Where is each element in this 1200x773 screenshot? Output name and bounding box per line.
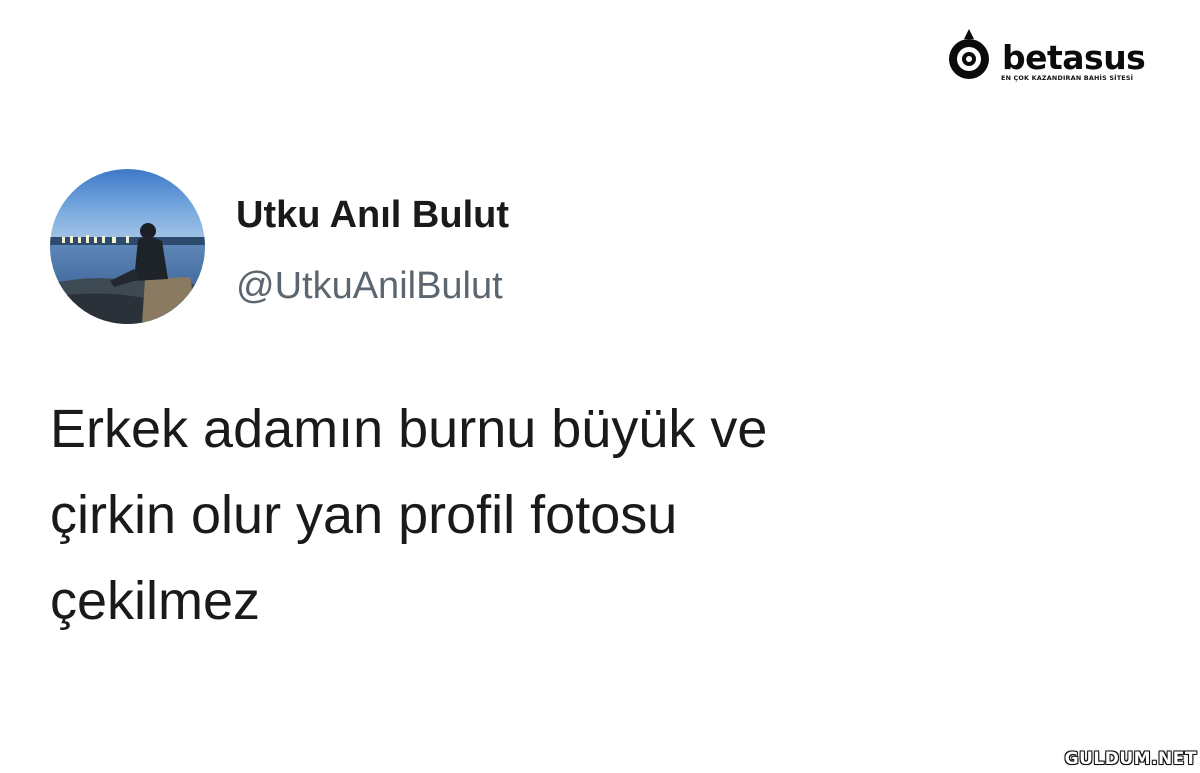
tweet-text-line: çirkin olur yan profil fotosu	[50, 485, 678, 545]
logo-tagline: EN ÇOK KAZANDIRAN BAHİS SİTESİ	[1001, 74, 1134, 82]
user-handle[interactable]: @UtkuAnilBulut	[236, 265, 503, 308]
tweet-text-line: Erkek adamın burnu büyük ve	[50, 399, 768, 459]
profile-photo	[50, 169, 205, 324]
target-icon	[949, 29, 989, 79]
avatar[interactable]	[50, 169, 205, 324]
watermark: GULDUM.NET	[1064, 749, 1197, 769]
logo-wordmark: betasus	[1002, 38, 1146, 77]
tweet-text-line: çekilmez	[50, 571, 261, 631]
betasus-logo: betasus EN ÇOK KAZANDIRAN BAHİS SİTESİ	[947, 27, 1146, 85]
display-name[interactable]: Utku Anıl Bulut	[236, 194, 509, 237]
tweet-text: Erkek adamın burnu büyük ve çirkin olur …	[50, 386, 1050, 644]
